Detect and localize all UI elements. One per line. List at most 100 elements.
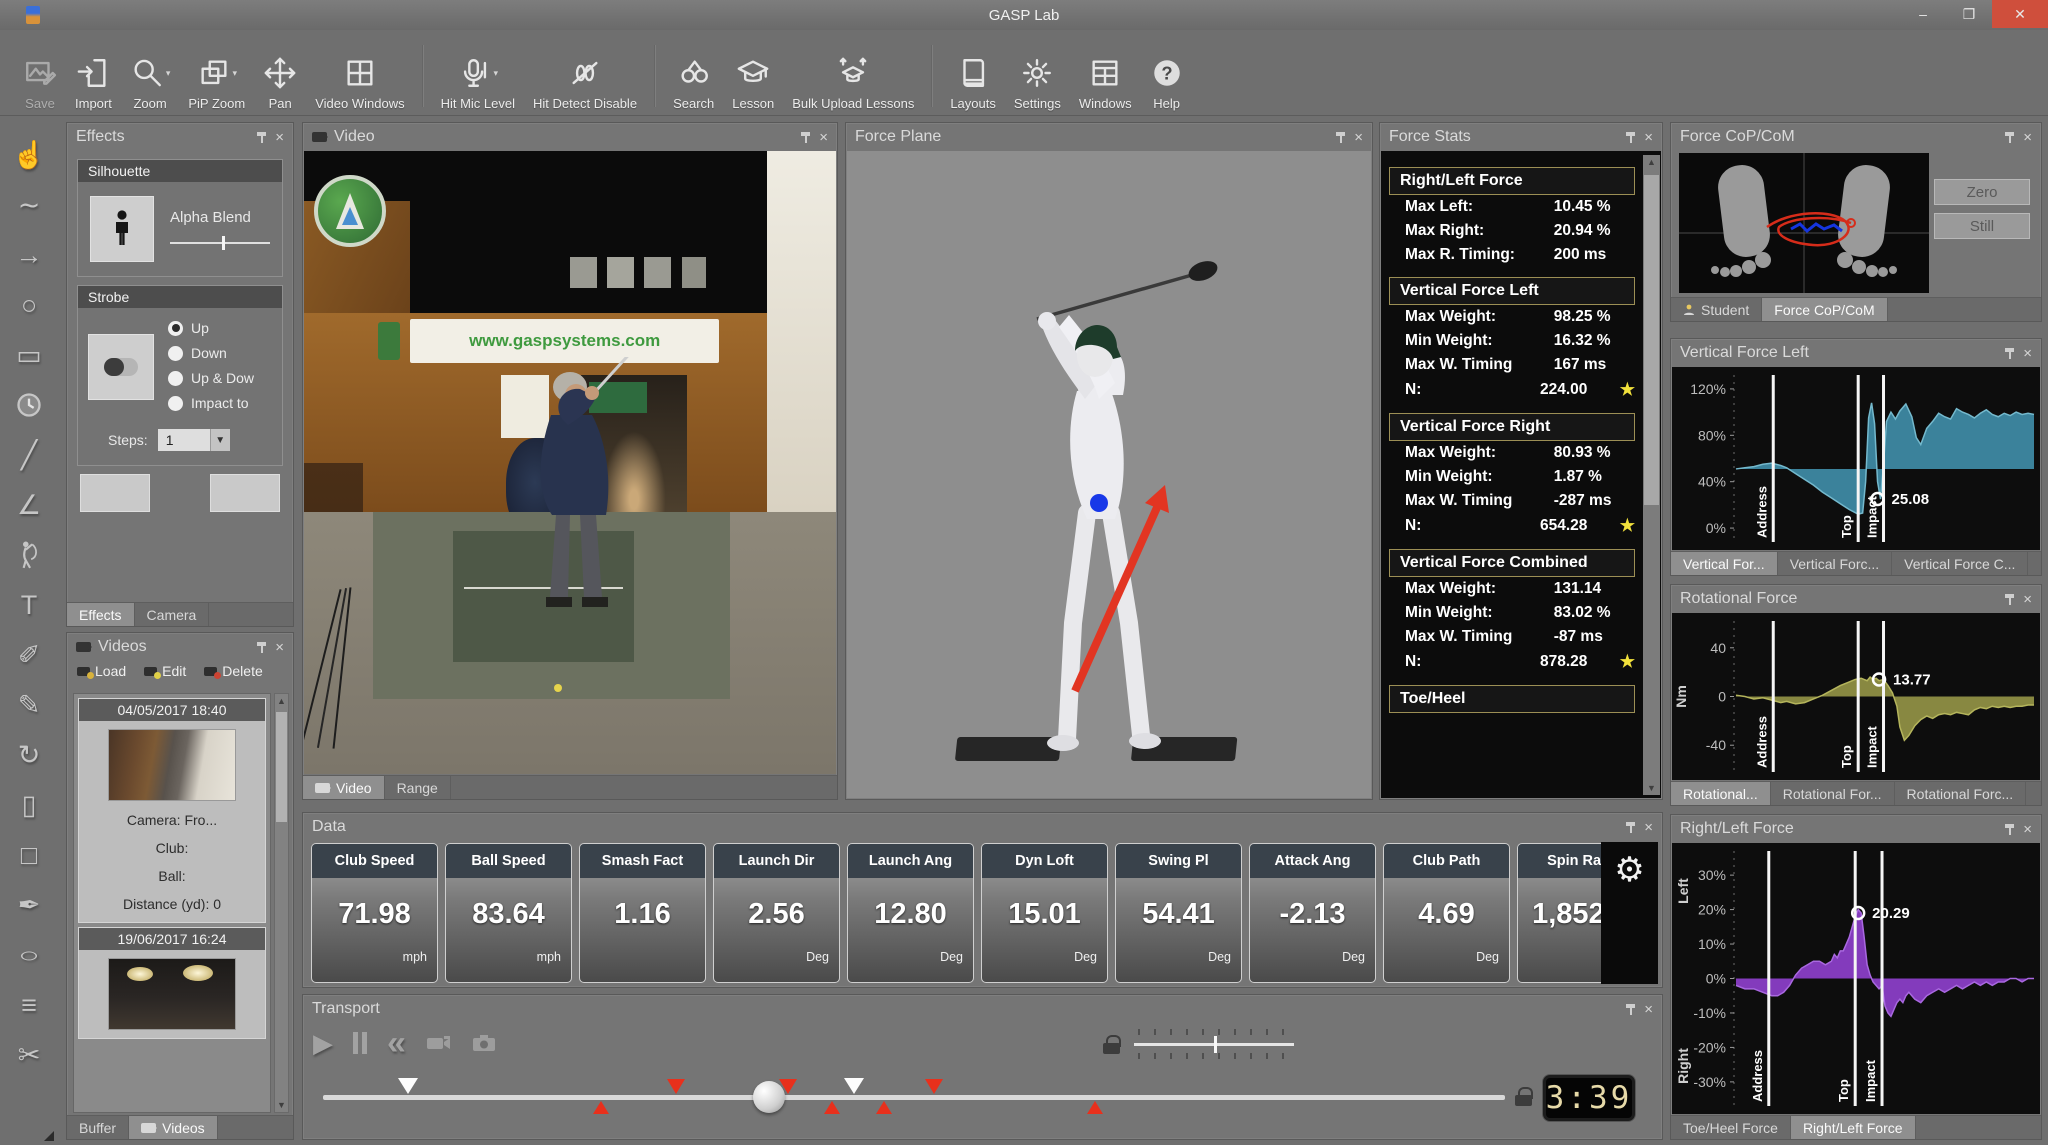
hand-tool[interactable]: ☝ <box>0 130 58 180</box>
snapshot-button[interactable] <box>472 1034 496 1052</box>
pan-button[interactable]: Pan <box>263 52 297 111</box>
tab-vertical-force-c[interactable]: Vertical Force C... <box>1892 552 2028 575</box>
pin-icon[interactable] <box>2004 592 2016 606</box>
rewind-button[interactable]: « <box>387 1033 406 1053</box>
tab-rotational-forc[interactable]: Rotational Forc... <box>1895 782 2027 805</box>
angle-tool[interactable]: ∠ <box>0 480 58 530</box>
pin-icon[interactable] <box>1625 820 1637 834</box>
timeline-track[interactable] <box>323 1095 1505 1100</box>
hit-detect-disable-button[interactable]: Hit Detect Disable <box>533 52 637 111</box>
eyedropper-tool[interactable]: ✒ <box>0 880 58 930</box>
pin-icon[interactable] <box>2004 346 2016 360</box>
pin-icon[interactable] <box>1625 130 1637 144</box>
tab-rotational-for[interactable]: Rotational For... <box>1771 782 1895 805</box>
golfer-tool[interactable] <box>0 530 58 580</box>
help-button[interactable]: ?Help <box>1150 52 1184 111</box>
maximize-button[interactable]: ❐ <box>1946 0 1992 28</box>
import-button[interactable]: Import <box>75 52 112 111</box>
tab-vertical-forc[interactable]: Vertical Forc... <box>1778 552 1892 575</box>
dropdown-caret-icon[interactable]: ▾ <box>494 68 499 79</box>
event-marker-red-down[interactable] <box>667 1079 685 1094</box>
search-button[interactable]: Search <box>673 52 714 111</box>
close-icon[interactable]: × <box>2023 592 2032 607</box>
record-video-button[interactable] <box>426 1034 452 1052</box>
event-marker-red-up[interactable] <box>824 1101 840 1114</box>
scrollbar-thumb[interactable] <box>1644 175 1659 505</box>
rectangle-tool[interactable]: ▭ <box>0 330 58 380</box>
hit-mic-level-button[interactable]: ▾Hit Mic Level <box>441 52 515 111</box>
zoom-button[interactable]: ▾Zoom <box>130 52 171 111</box>
windows-button[interactable]: Windows <box>1079 52 1132 111</box>
event-marker-red-up[interactable] <box>1087 1101 1103 1114</box>
scroll-down-icon[interactable]: ▼ <box>1647 781 1656 795</box>
clock-tool[interactable] <box>0 380 58 430</box>
speed-slider[interactable] <box>1134 1029 1294 1059</box>
close-icon[interactable]: × <box>1644 1002 1653 1017</box>
pin-icon[interactable] <box>1335 130 1347 144</box>
event-marker-red-down[interactable] <box>925 1079 943 1094</box>
lesson-button[interactable]: Lesson <box>732 52 774 111</box>
tab-force-cop-com[interactable]: Force CoP/CoM <box>1762 298 1887 321</box>
video-thumbnail[interactable] <box>108 958 236 1030</box>
scroll-up-icon[interactable]: ▲ <box>1647 155 1656 169</box>
effect-button-2[interactable] <box>210 474 280 512</box>
tab-video[interactable]: Video <box>303 776 385 799</box>
chevron-down-icon[interactable]: ▼ <box>210 429 230 451</box>
close-icon[interactable]: × <box>2023 822 2032 837</box>
text-tool[interactable]: T <box>0 580 58 630</box>
close-icon[interactable]: × <box>2023 346 2032 361</box>
force-plane-3d-view[interactable] <box>847 151 1371 798</box>
tab-vertical-for[interactable]: Vertical For... <box>1671 552 1778 575</box>
settings-button[interactable]: Settings <box>1014 52 1061 111</box>
tab-camera[interactable]: Camera <box>135 603 210 626</box>
edit-button[interactable]: Edit <box>144 663 186 679</box>
save-button[interactable]: Save <box>23 52 57 111</box>
radio-up-dow[interactable]: Up & Dow <box>168 370 254 386</box>
close-icon[interactable]: × <box>275 640 284 655</box>
pin-icon[interactable] <box>256 640 268 654</box>
alpha-blend-slider[interactable] <box>170 236 270 250</box>
zero-button[interactable]: Zero <box>1934 179 2030 205</box>
video-list-item[interactable]: 19/06/2017 16:24 <box>78 927 266 1039</box>
event-marker-red-up[interactable] <box>876 1101 892 1114</box>
close-icon[interactable]: × <box>1644 820 1653 835</box>
lines-tool[interactable]: ≡ <box>0 980 58 1030</box>
radio-down[interactable]: Down <box>168 345 254 361</box>
pin-icon[interactable] <box>2004 822 2016 836</box>
highlighter-tool[interactable]: ✐ <box>0 630 58 680</box>
play-button[interactable]: ▶ <box>313 1028 333 1059</box>
scrollbar-thumb[interactable] <box>276 712 287 822</box>
line-tool[interactable]: ╱ <box>0 430 58 480</box>
keyframe-marker-white[interactable] <box>398 1078 418 1094</box>
tab-rotational[interactable]: Rotational... <box>1671 782 1771 805</box>
circle-tool[interactable]: ○ <box>0 280 58 330</box>
arrow-tool[interactable]: → <box>0 230 58 280</box>
tab-effects[interactable]: Effects <box>67 603 135 626</box>
close-icon[interactable]: × <box>2023 130 2032 145</box>
tab-range[interactable]: Range <box>385 776 451 799</box>
lock-icon[interactable] <box>1103 1035 1120 1054</box>
scroll-up-icon[interactable]: ▲ <box>277 694 286 708</box>
close-icon[interactable]: × <box>1354 130 1363 145</box>
freehand-tool[interactable]: ∼ <box>0 180 58 230</box>
timeline-lock-icon[interactable] <box>1515 1087 1532 1106</box>
playhead-golf-ball[interactable] <box>753 1081 785 1113</box>
tab-buffer[interactable]: Buffer <box>67 1116 129 1139</box>
square-tool[interactable]: □ <box>0 830 58 880</box>
pin-icon[interactable] <box>2004 130 2016 144</box>
gear-icon[interactable]: ⚙ <box>1614 850 1644 984</box>
close-icon[interactable]: × <box>1644 130 1653 145</box>
keyframe-marker-white[interactable] <box>844 1078 864 1094</box>
close-button[interactable]: ✕ <box>1992 0 2048 28</box>
video-thumbnail[interactable] <box>108 729 236 801</box>
bulk-upload-lessons-button[interactable]: Bulk Upload Lessons <box>792 52 914 111</box>
still-button[interactable]: Still <box>1934 213 2030 239</box>
load-button[interactable]: Load <box>77 663 126 679</box>
dropdown-caret-icon[interactable]: ▾ <box>233 68 238 79</box>
strobe-button[interactable] <box>88 334 154 400</box>
delete-button[interactable]: Delete <box>204 663 262 679</box>
pip-zoom-button[interactable]: ▾PiP Zoom <box>188 52 245 111</box>
layouts-button[interactable]: Layouts <box>950 52 996 111</box>
tab-student[interactable]: Student <box>1671 298 1762 321</box>
pin-icon[interactable] <box>256 130 268 144</box>
